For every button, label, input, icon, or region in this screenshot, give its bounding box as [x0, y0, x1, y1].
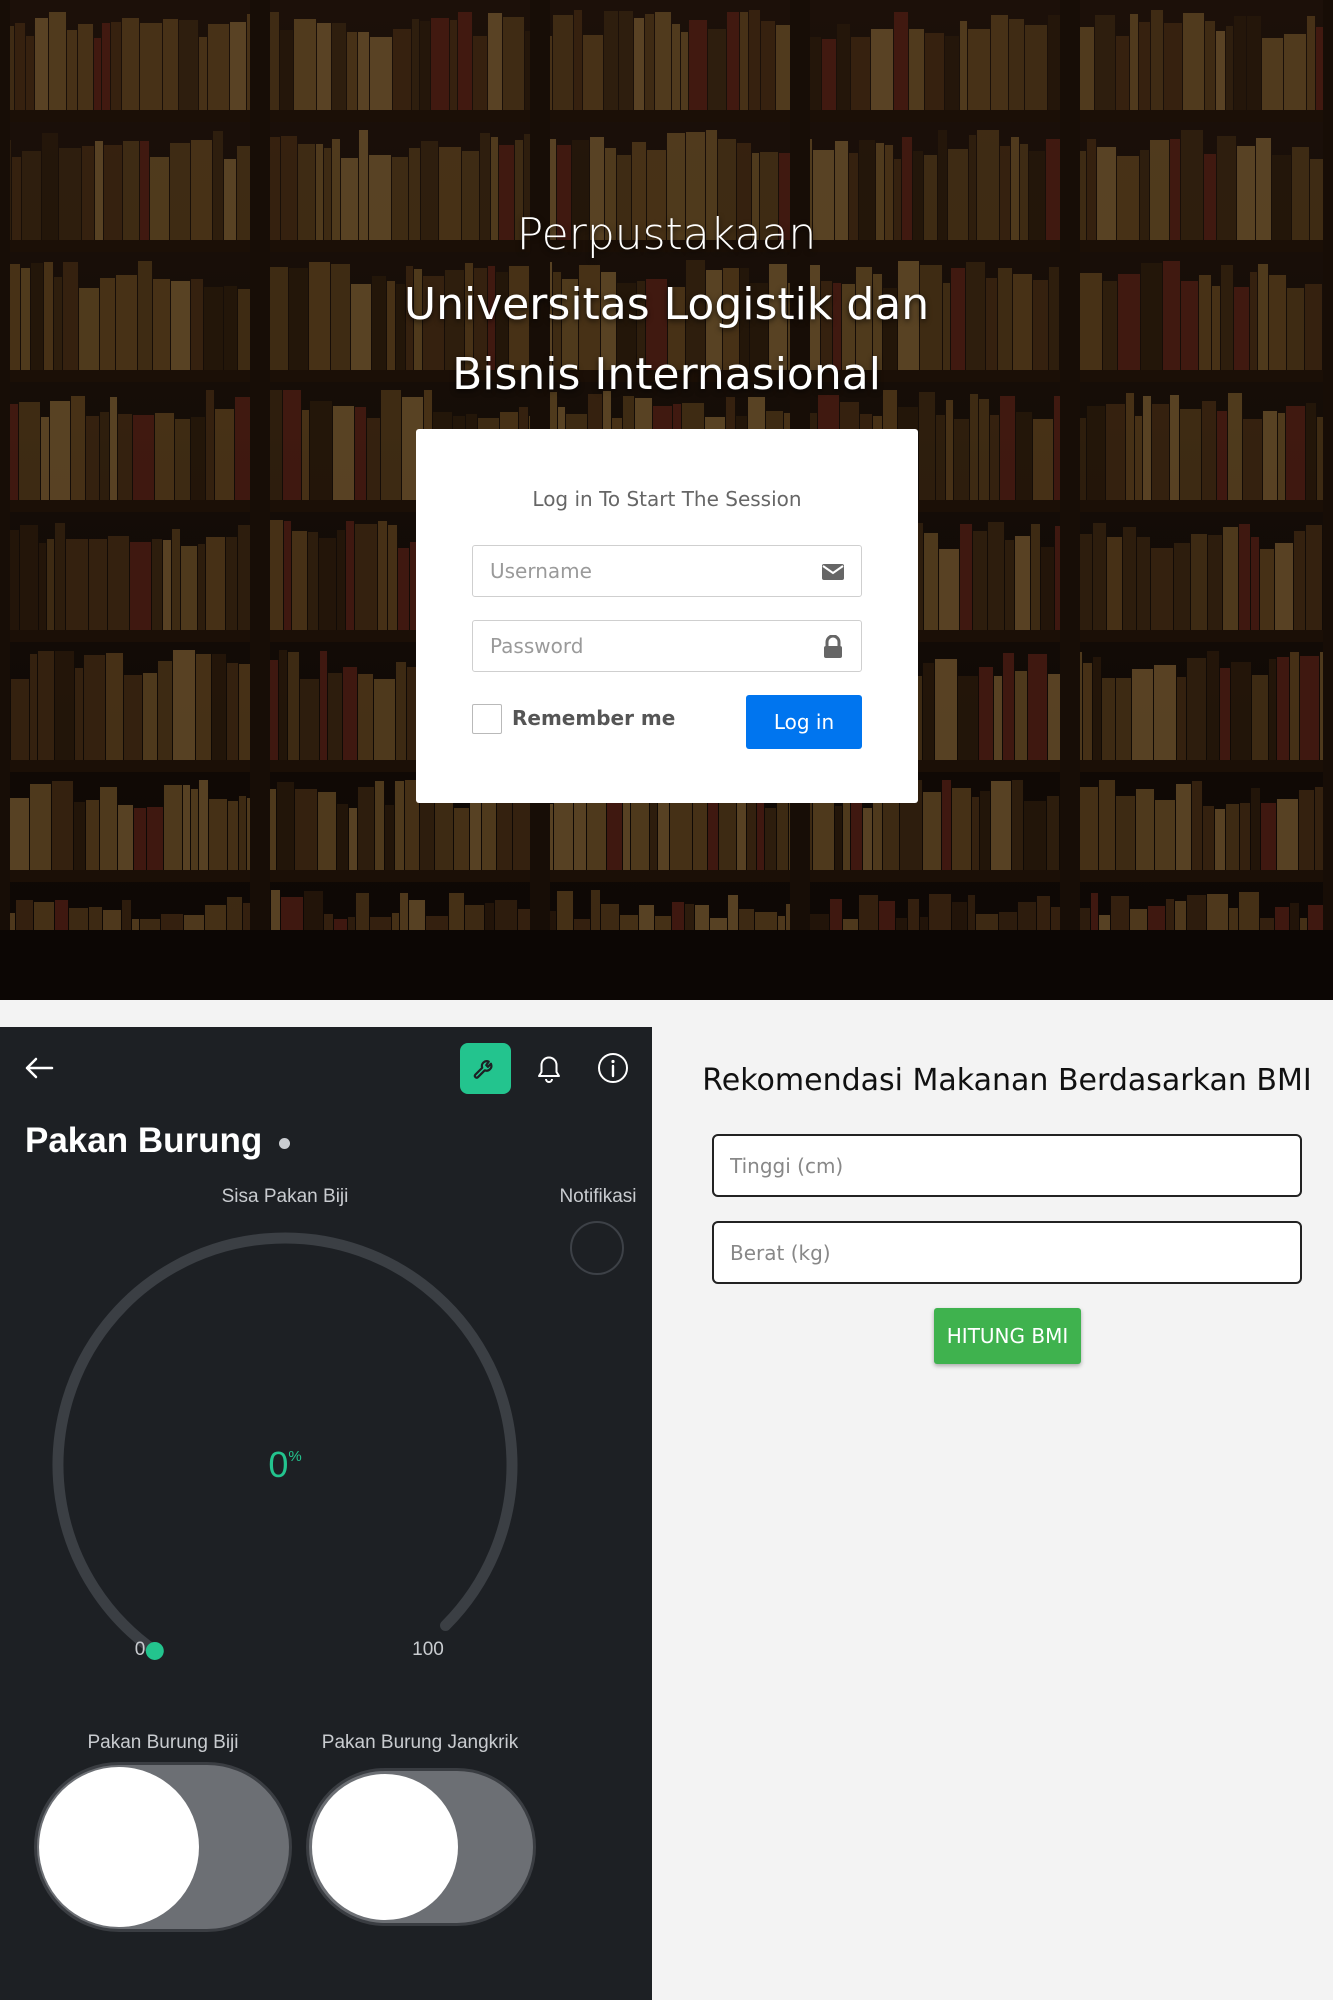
envelope-icon — [822, 564, 844, 580]
wrench-icon — [473, 1060, 493, 1079]
login-box: Log in To Start The Session Remember me … — [416, 429, 918, 803]
library-title-line3: Bisnis Internasional — [452, 349, 881, 400]
gauge-min-label: 0 — [134, 1639, 146, 1660]
library-title-line2: Universitas Logistik dan — [403, 279, 930, 330]
login-button[interactable]: Log in — [746, 695, 862, 749]
remember-me-label[interactable]: Remember me — [512, 706, 675, 730]
calculate-bmi-button[interactable]: HITUNG BMI — [934, 1308, 1081, 1364]
switch-pakan-jangkrik[interactable] — [306, 1768, 536, 1926]
bmi-title: Rekomendasi Makanan Berdasarkan BMI — [702, 1063, 1312, 1098]
lock-icon — [824, 635, 842, 658]
weight-input[interactable] — [712, 1221, 1302, 1284]
gauge-value-number: 0 — [268, 1444, 289, 1485]
username-input[interactable] — [473, 546, 803, 596]
password-input[interactable] — [473, 621, 803, 671]
password-field[interactable] — [472, 620, 862, 672]
remember-me-checkbox[interactable] — [472, 704, 502, 734]
gauge-value-unit: % — [288, 1448, 302, 1465]
height-input[interactable] — [712, 1134, 1302, 1197]
online-status-dot — [279, 1138, 290, 1149]
library-login-panel: Perpustakaan Universitas Logistik dan Bi… — [0, 0, 1333, 1000]
switch-knob — [312, 1774, 458, 1920]
switch-pakan-biji[interactable] — [34, 1762, 292, 1932]
login-heading: Log in To Start The Session — [532, 487, 802, 511]
library-title: Perpustakaan Universitas Logistik dan Bi… — [0, 200, 1333, 410]
gauge-max-label: 100 — [412, 1639, 444, 1660]
bell-icon[interactable] — [533, 1051, 565, 1085]
back-arrow-icon[interactable] — [22, 1051, 56, 1085]
device-title: Pakan Burung — [25, 1121, 263, 1160]
info-icon[interactable] — [596, 1051, 630, 1085]
iot-dashboard-panel: Pakan Burung Sisa Pakan Biji Notifikasi … — [0, 1027, 652, 2000]
username-field[interactable] — [472, 545, 862, 597]
switch-label-jangkrik: Pakan Burung Jangkrik — [321, 1732, 519, 1753]
wrench-button[interactable] — [460, 1043, 511, 1094]
bmi-panel: Rekomendasi Makanan Berdasarkan BMI HITU… — [681, 1027, 1333, 2000]
switch-knob — [39, 1767, 199, 1927]
switch-label-biji: Pakan Burung Biji — [87, 1732, 239, 1753]
library-title-line1: Perpustakaan — [516, 209, 817, 260]
gauge-value: 0% — [0, 1444, 570, 1486]
feed-gauge — [52, 1232, 518, 1660]
